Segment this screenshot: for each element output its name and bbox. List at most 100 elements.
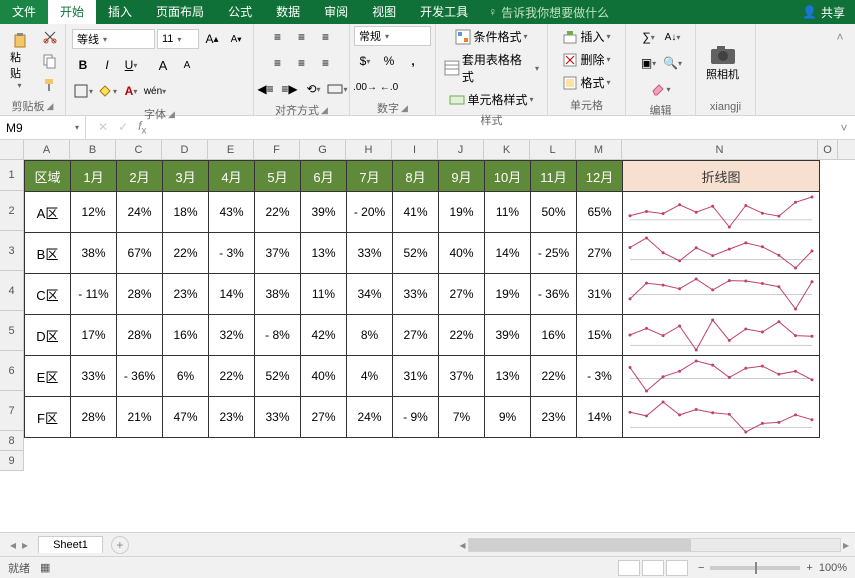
data-cell[interactable]: 28%	[117, 274, 163, 315]
sparkline-cell[interactable]	[623, 397, 820, 438]
data-cell[interactable]: 50%	[531, 192, 577, 233]
accounting-button[interactable]: $▾	[354, 50, 376, 72]
data-cell[interactable]: 33%	[255, 397, 301, 438]
add-sheet-button[interactable]: +	[111, 536, 129, 554]
tab-review[interactable]: 审阅	[312, 0, 360, 24]
conditional-format-button[interactable]: 条件格式▾	[440, 26, 543, 47]
cut-button[interactable]	[39, 26, 61, 48]
align-left-button[interactable]: ≡	[267, 52, 289, 74]
macro-record-icon[interactable]: ▦	[40, 561, 50, 574]
data-cell[interactable]: 11%	[485, 192, 531, 233]
font-size-combo[interactable]: 11▾	[157, 29, 199, 49]
align-center-button[interactable]: ≡	[291, 52, 313, 74]
tab-insert[interactable]: 插入	[96, 0, 144, 24]
sheet-tab-sheet1[interactable]: Sheet1	[38, 536, 103, 553]
table-header-cell[interactable]: 1月	[71, 161, 117, 192]
data-cell[interactable]: 15%	[577, 315, 623, 356]
scroll-left-icon[interactable]: ◂	[460, 538, 466, 552]
data-cell[interactable]: 52%	[255, 356, 301, 397]
data-cell[interactable]: 39%	[485, 315, 531, 356]
data-cell[interactable]: - 3%	[209, 233, 255, 274]
phonetic-button[interactable]: wén▾	[144, 80, 166, 102]
scroll-right-icon[interactable]: ▸	[843, 538, 849, 552]
column-header[interactable]: G	[300, 140, 346, 159]
table-header-cell[interactable]: 8月	[393, 161, 439, 192]
column-header[interactable]: D	[162, 140, 208, 159]
column-header[interactable]: E	[208, 140, 254, 159]
data-cell[interactable]: 33%	[393, 274, 439, 315]
orientation-button[interactable]: ⟲▾	[303, 78, 325, 100]
data-cell[interactable]: 27%	[301, 397, 347, 438]
region-cell[interactable]: A区	[25, 192, 71, 233]
zoom-slider[interactable]	[710, 566, 800, 570]
tab-view[interactable]: 视图	[360, 0, 408, 24]
table-header-cell[interactable]: 2月	[117, 161, 163, 192]
region-cell[interactable]: E区	[25, 356, 71, 397]
number-dialog-launcher[interactable]: ◢	[401, 103, 408, 114]
column-header[interactable]: H	[346, 140, 392, 159]
data-cell[interactable]: 28%	[71, 397, 117, 438]
tab-file[interactable]: 文件	[0, 0, 48, 24]
format-painter-button[interactable]	[39, 74, 61, 96]
row-header[interactable]: 2	[0, 191, 23, 231]
bold-button[interactable]: B	[72, 54, 94, 76]
font-name-combo[interactable]: 等线▾	[72, 29, 155, 49]
data-cell[interactable]: 47%	[163, 397, 209, 438]
decrease-indent-button[interactable]: ◀≡	[255, 78, 277, 100]
tab-data[interactable]: 数据	[264, 0, 312, 24]
italic-button[interactable]: I	[96, 54, 118, 76]
data-cell[interactable]: 6%	[163, 356, 209, 397]
tab-home[interactable]: 开始	[48, 0, 96, 24]
region-cell[interactable]: C区	[25, 274, 71, 315]
select-all-corner[interactable]	[0, 140, 24, 159]
column-header[interactable]: O	[818, 140, 838, 159]
table-header-cell[interactable]: 折线图	[623, 161, 820, 192]
data-cell[interactable]: 17%	[71, 315, 117, 356]
data-cell[interactable]: 42%	[301, 315, 347, 356]
view-pagebreak-button[interactable]	[666, 560, 688, 576]
data-cell[interactable]: 65%	[577, 192, 623, 233]
data-cell[interactable]: 37%	[255, 233, 301, 274]
data-cell[interactable]: 14%	[485, 233, 531, 274]
insert-cells-button[interactable]: 插入▾	[552, 26, 621, 47]
data-cell[interactable]: 19%	[485, 274, 531, 315]
paste-button[interactable]: 粘贴 ▾	[4, 31, 35, 92]
font-dialog-launcher[interactable]: ◢	[168, 109, 175, 120]
tell-me-search[interactable]: ♀ 告诉我你想要做什么	[480, 4, 792, 21]
percent-button[interactable]: %	[378, 50, 400, 72]
number-format-combo[interactable]: 常规▾	[354, 26, 431, 46]
sparkline-cell[interactable]	[623, 192, 820, 233]
copy-button[interactable]	[39, 50, 61, 72]
increase-decimal-button[interactable]: .00→	[354, 76, 376, 98]
find-button[interactable]: 🔍▾	[662, 52, 684, 74]
data-cell[interactable]: 24%	[117, 192, 163, 233]
sort-filter-button[interactable]: A↓▾	[662, 26, 684, 48]
view-pagelayout-button[interactable]	[642, 560, 664, 576]
region-cell[interactable]: B区	[25, 233, 71, 274]
camera-button[interactable]: 照相机	[700, 42, 745, 84]
format-as-table-button[interactable]: 套用表格格式▾	[440, 49, 543, 87]
column-header[interactable]: K	[484, 140, 530, 159]
column-header[interactable]: I	[392, 140, 438, 159]
data-cell[interactable]: 14%	[577, 397, 623, 438]
table-header-cell[interactable]: 区域	[25, 161, 71, 192]
region-cell[interactable]: D区	[25, 315, 71, 356]
data-cell[interactable]: 27%	[439, 274, 485, 315]
data-cell[interactable]: 21%	[117, 397, 163, 438]
worksheet-grid[interactable]: ABCDEFGHIJKLMNO 123456789 区域1月2月3月4月5月6月…	[0, 140, 855, 532]
decrease-decimal-button[interactable]: ←.0	[378, 76, 400, 98]
data-cell[interactable]: 14%	[209, 274, 255, 315]
merge-button[interactable]: ▾	[327, 78, 349, 100]
data-cell[interactable]: 39%	[301, 192, 347, 233]
font-color-button[interactable]: A▾	[120, 80, 142, 102]
row-header[interactable]: 3	[0, 231, 23, 271]
clipboard-dialog-launcher[interactable]: ◢	[47, 101, 54, 112]
table-header-cell[interactable]: 9月	[439, 161, 485, 192]
grow-font-a-button[interactable]: A	[152, 54, 174, 76]
data-cell[interactable]: 34%	[347, 274, 393, 315]
data-cell[interactable]: 33%	[71, 356, 117, 397]
row-header[interactable]: 1	[0, 160, 23, 191]
data-cell[interactable]: 12%	[71, 192, 117, 233]
data-cell[interactable]: - 25%	[531, 233, 577, 274]
tab-pagelayout[interactable]: 页面布局	[144, 0, 216, 24]
